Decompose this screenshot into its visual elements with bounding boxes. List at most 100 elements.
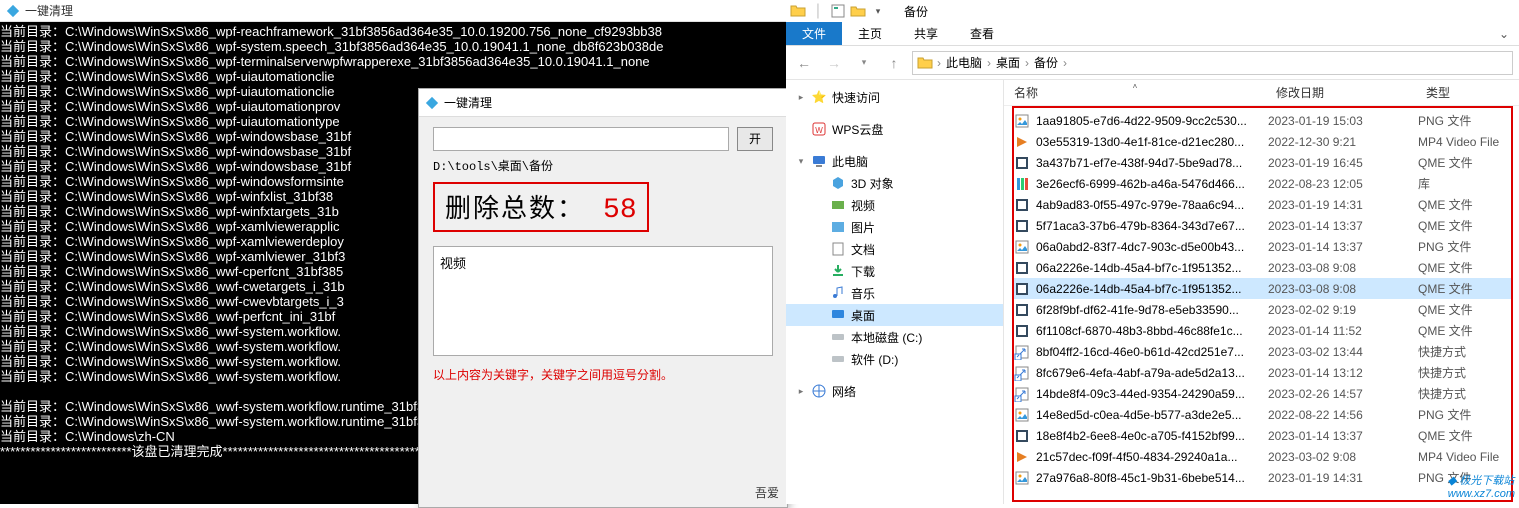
- tree-disk-d[interactable]: 软件 (D:): [786, 348, 1003, 370]
- quick-access-toolbar: | ▾: [786, 3, 890, 19]
- chevron-right-icon[interactable]: ›: [1025, 56, 1029, 70]
- tree-this-pc[interactable]: ▾此电脑: [786, 150, 1003, 172]
- video-icon: [830, 197, 846, 213]
- file-name: 1aa91805-e7d6-4d22-9509-9cc2c530...: [1036, 114, 1268, 128]
- crumb-pc[interactable]: 此电脑: [943, 54, 985, 71]
- up-button[interactable]: ↑: [882, 51, 906, 75]
- file-name: 14e8ed5d-c0ea-4d5e-b577-a3de2e5...: [1036, 408, 1268, 422]
- file-type: QME 文件: [1418, 217, 1511, 234]
- disk-icon: [830, 329, 846, 345]
- tab-share[interactable]: 共享: [898, 22, 954, 45]
- tree-network[interactable]: ▸网络: [786, 380, 1003, 402]
- file-row[interactable]: 18e8f4b2-6ee8-4e0c-a705-f4152bf99...2023…: [1014, 425, 1511, 446]
- address-bar[interactable]: › 此电脑 › 桌面 › 备份 ›: [912, 51, 1513, 75]
- dialog-titlebar[interactable]: 一键清理: [419, 89, 787, 117]
- app-icon: [425, 96, 439, 110]
- tree-video[interactable]: 视频: [786, 194, 1003, 216]
- tree-downloads[interactable]: 下载: [786, 260, 1003, 282]
- chevron-right-icon[interactable]: ›: [937, 56, 941, 70]
- crumb-backup[interactable]: 备份: [1031, 54, 1061, 71]
- desktop-icon: [830, 307, 846, 323]
- file-row[interactable]: 4ab9ad83-0f55-497c-979e-78aa6c94...2023-…: [1014, 194, 1511, 215]
- file-name: 8fc679e6-4efa-4abf-a79a-ade5d2a13...: [1036, 366, 1268, 380]
- keyword-hint: 以上内容为关键字，关键字之间用逗号分割。: [433, 366, 773, 383]
- tree-desktop[interactable]: 桌面: [786, 304, 1003, 326]
- file-type: PNG 文件: [1418, 406, 1511, 423]
- col-type[interactable]: 类型: [1416, 84, 1519, 101]
- keyword-textarea[interactable]: 视频: [433, 246, 773, 356]
- file-name: 27a976a8-80f8-45c1-9b31-6bebe514...: [1036, 471, 1268, 485]
- tree-pics[interactable]: 图片: [786, 216, 1003, 238]
- explorer-titlebar[interactable]: | ▾ 备份: [786, 0, 1519, 22]
- chevron-right-icon[interactable]: ›: [1063, 56, 1067, 70]
- star-icon: ⭐: [811, 89, 827, 105]
- file-row[interactable]: 06a2226e-14db-45a4-bf7c-1f951352...2023-…: [1014, 257, 1511, 278]
- file-type: PNG 文件: [1418, 238, 1511, 255]
- folder-icon[interactable]: [790, 3, 806, 19]
- back-button[interactable]: ←: [792, 51, 816, 75]
- file-type: QME 文件: [1418, 322, 1511, 339]
- file-row[interactable]: 3e26ecf6-6999-462b-a46a-5476d466...2022-…: [1014, 173, 1511, 194]
- file-icon: [1014, 386, 1030, 402]
- file-row[interactable]: 14e8ed5d-c0ea-4d5e-b577-a3de2e5...2022-0…: [1014, 404, 1511, 425]
- file-row[interactable]: 6f28f9bf-df62-41fe-9d78-e5eb33590...2023…: [1014, 299, 1511, 320]
- file-icon: [1014, 281, 1030, 297]
- selected-path: D:\tools\桌面\备份: [433, 157, 773, 174]
- file-row[interactable]: 6f1108cf-6870-48b3-8bbd-46c88fe1c...2023…: [1014, 320, 1511, 341]
- col-date[interactable]: 修改日期: [1266, 84, 1416, 101]
- file-type: QME 文件: [1418, 427, 1511, 444]
- ribbon-collapse-icon[interactable]: ⌄: [1489, 22, 1519, 45]
- file-date: 2023-03-08 9:08: [1268, 282, 1418, 296]
- file-row[interactable]: 21c57dec-f09f-4f50-4834-29240a1a...2023-…: [1014, 446, 1511, 467]
- col-name[interactable]: 名称˄: [1004, 84, 1266, 101]
- file-date: 2023-01-14 13:12: [1268, 366, 1418, 380]
- tree-disk-c[interactable]: 本地磁盘 (C:): [786, 326, 1003, 348]
- tab-file[interactable]: 文件: [786, 22, 842, 45]
- file-date: 2023-03-08 9:08: [1268, 261, 1418, 275]
- file-icon: [1014, 323, 1030, 339]
- nav-tree[interactable]: ▸⭐快速访问 WWPS云盘 ▾此电脑 3D 对象 视频 图片 文档 下载 音乐 …: [786, 80, 1004, 504]
- path-input[interactable]: [433, 127, 729, 151]
- sort-indicator-icon: ˄: [1133, 82, 1138, 91]
- chevron-right-icon[interactable]: ›: [987, 56, 991, 70]
- pc-icon: [811, 153, 827, 169]
- file-row[interactable]: 1aa91805-e7d6-4d22-9509-9cc2c530...2023-…: [1014, 110, 1511, 131]
- file-date: 2022-08-23 12:05: [1268, 177, 1418, 191]
- tab-home[interactable]: 主页: [842, 22, 898, 45]
- recent-dropdown[interactable]: ▾: [852, 51, 876, 75]
- file-row[interactable]: 06a2226e-14db-45a4-bf7c-1f951352...2023-…: [1014, 278, 1511, 299]
- file-icon: [1014, 365, 1030, 381]
- tab-view[interactable]: 查看: [954, 22, 1010, 45]
- forward-button[interactable]: →: [822, 51, 846, 75]
- file-icon: [1014, 449, 1030, 465]
- tree-wps[interactable]: WWPS云盘: [786, 118, 1003, 140]
- file-type: QME 文件: [1418, 154, 1511, 171]
- file-row[interactable]: 8bf04ff2-16cd-46e0-b61d-42cd251e7...2023…: [1014, 341, 1511, 362]
- file-row[interactable]: 27a976a8-80f8-45c1-9b31-6bebe514...2023-…: [1014, 467, 1511, 488]
- properties-icon[interactable]: [830, 3, 846, 19]
- file-row[interactable]: 14bde8f4-09c3-44ed-9354-24290a59...2023-…: [1014, 383, 1511, 404]
- file-row[interactable]: 5f71aca3-37b6-479b-8364-343d7e67...2023-…: [1014, 215, 1511, 236]
- file-row[interactable]: 06a0abd2-83f7-4dc7-903c-d5e00b43...2023-…: [1014, 236, 1511, 257]
- file-row[interactable]: 03e55319-13d0-4e1f-81ce-d21ec280...2022-…: [1014, 131, 1511, 152]
- file-row[interactable]: 3a437b71-ef7e-438f-94d7-5be9ad78...2023-…: [1014, 152, 1511, 173]
- file-name: 5f71aca3-37b6-479b-8364-343d7e67...: [1036, 219, 1268, 233]
- folder-icon: [917, 55, 933, 71]
- file-type: PNG 文件: [1418, 469, 1511, 486]
- file-date: 2023-01-19 15:03: [1268, 114, 1418, 128]
- open-button[interactable]: 开: [737, 127, 773, 151]
- new-folder-icon[interactable]: [850, 3, 866, 19]
- wps-icon: W: [811, 121, 827, 137]
- file-date: 2023-01-19 14:31: [1268, 471, 1418, 485]
- file-date: 2022-12-30 9:21: [1268, 135, 1418, 149]
- tree-music[interactable]: 音乐: [786, 282, 1003, 304]
- tree-docs[interactable]: 文档: [786, 238, 1003, 260]
- chevron-down-icon[interactable]: ▾: [870, 3, 886, 19]
- dialog-title-text: 一键清理: [444, 94, 492, 111]
- file-icon: [1014, 155, 1030, 171]
- tree-3d[interactable]: 3D 对象: [786, 172, 1003, 194]
- file-row[interactable]: 8fc679e6-4efa-4abf-a79a-ade5d2a13...2023…: [1014, 362, 1511, 383]
- file-type: MP4 Video File: [1418, 450, 1511, 464]
- crumb-desktop[interactable]: 桌面: [993, 54, 1023, 71]
- tree-quick-access[interactable]: ▸⭐快速访问: [786, 86, 1003, 108]
